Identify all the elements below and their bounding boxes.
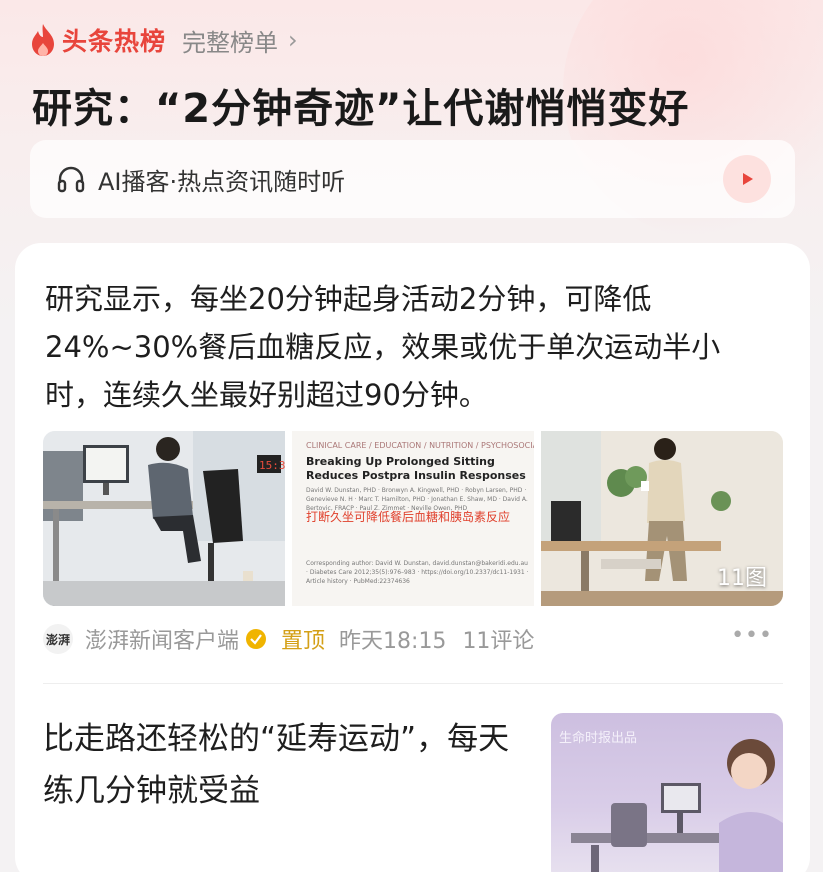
flame-icon (32, 24, 54, 56)
gallery-image-research-paper[interactable]: CLINICAL CARE / EDUCATION / NUTRITION / … (292, 431, 534, 606)
full-list-link[interactable]: 完整榜单 (182, 23, 278, 58)
headphones-icon (57, 166, 85, 193)
article-image-gallery[interactable]: 15:3 CLINICAL CARE / EDUCATION / NUTRITI… (43, 431, 783, 606)
hot-list-header[interactable]: 头条热榜 完整榜单 › (30, 20, 298, 60)
image-count: 11图 (717, 566, 767, 591)
paper-chinese-title: 打断久坐可降低餐后血糖和胰岛素反应 (306, 510, 511, 524)
source-name[interactable]: 澎湃新闻客户端 (85, 623, 239, 655)
article-title-2[interactable]: 比走路还轻松的“延寿运动”，每天练几分钟就受益 (43, 713, 523, 817)
article-summary[interactable]: 研究显示，每坐20分钟起身活动2分钟，可降低24%~30%餐后血糖反应，效果或优… (45, 275, 775, 419)
podcast-label: AI播客·热点资讯随时听 (98, 167, 346, 196)
divider (43, 683, 783, 684)
paper-footer: Corresponding author: David W. Dunstan, … (306, 560, 529, 585)
gallery-image-man-with-coffee[interactable]: 11图 (541, 431, 783, 606)
office-desk-illustration: 15:3 (43, 431, 285, 606)
article-thumbnail-2[interactable]: 生命时报出品 (551, 713, 783, 872)
more-options-icon[interactable]: ••• (731, 623, 773, 648)
chevron-right-icon: › (288, 26, 298, 54)
paper-title: Breaking Up Prolonged Sitting Reduces Po… (306, 455, 526, 482)
publish-time: 昨天18:15 (339, 629, 447, 654)
play-button[interactable] (723, 155, 771, 203)
news-feed-card: 研究显示，每坐20分钟起身活动2分钟，可降低24%~30%餐后血糖反应，效果或优… (15, 243, 810, 872)
play-icon (743, 173, 753, 185)
article-meta-row: 澎湃 澎湃新闻客户端 置顶 昨天18:15 11评论 ••• (43, 623, 783, 655)
comment-count[interactable]: 11评论 (462, 623, 534, 655)
ai-podcast-bar[interactable]: AI播客·热点资讯随时听 (30, 140, 795, 218)
hot-list-brand[interactable]: 头条热榜 (62, 22, 166, 58)
gallery-image-office-desk[interactable]: 15:3 (43, 431, 285, 606)
wall-clock-reading: 15:3 (259, 459, 285, 472)
paper-category: CLINICAL CARE / EDUCATION / NUTRITION / … (306, 441, 534, 450)
source-logo[interactable]: 澎湃 (43, 624, 73, 654)
office-woman-illustration (571, 739, 783, 872)
verified-badge-icon (246, 629, 267, 649)
page-title: 研究：“2分钟奇迹”让代谢悄悄变好 (32, 86, 690, 132)
pinned-tag: 置顶 (281, 629, 326, 654)
